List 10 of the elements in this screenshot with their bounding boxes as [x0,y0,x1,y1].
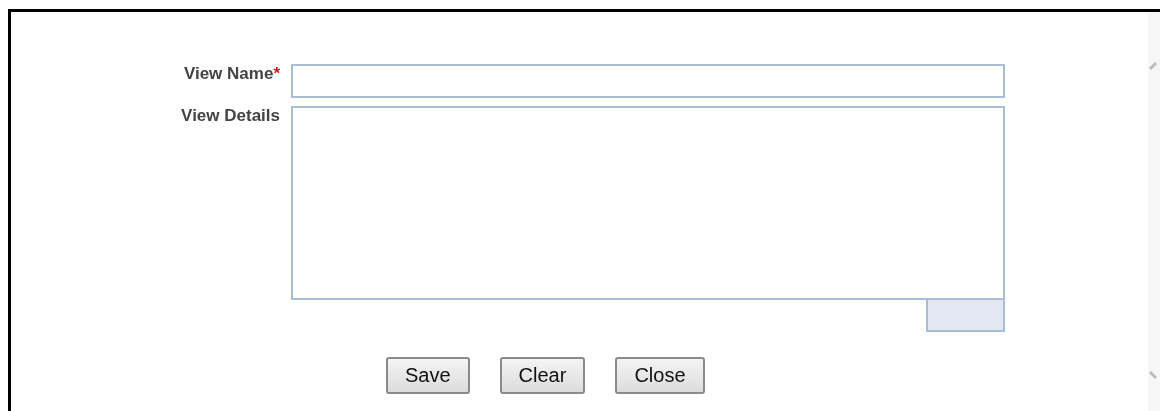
scrollbar[interactable] [1148,12,1160,411]
form-button[interactable]: Save [386,357,470,394]
text-area[interactable] [291,106,1005,300]
field-label: View Name* [183,64,280,85]
form-button[interactable]: Close [615,357,705,394]
required-mark: * [273,64,280,83]
resize-handle[interactable] [926,300,1005,332]
field-label: View Details [181,106,280,127]
input-field[interactable] [291,64,1005,98]
form-button[interactable]: Clear [499,357,586,394]
